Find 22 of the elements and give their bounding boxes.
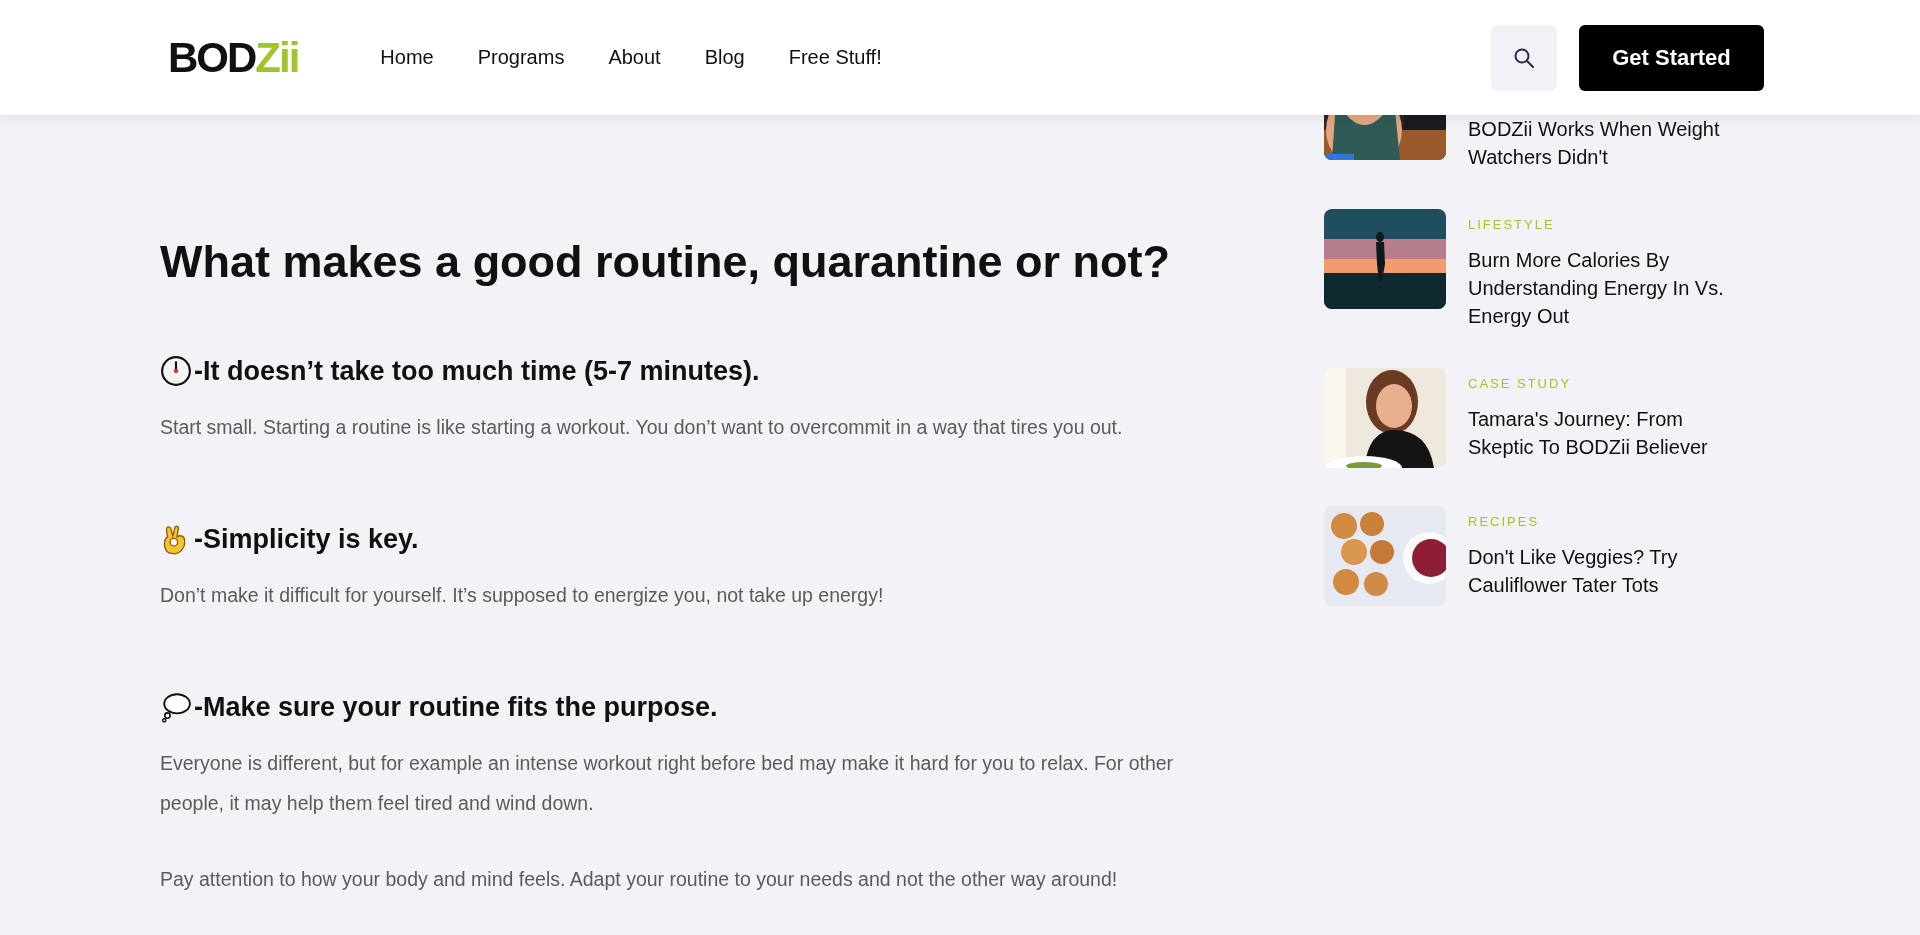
post-title-link[interactable]: Burn More Calories By Understanding Energy In Vs. Energy Out	[1468, 246, 1738, 330]
paragraph: Don’t make it difficult for yourself. It’s supposed to energize you, not take up energy!	[160, 583, 885, 608]
nav-link[interactable]: Free Stuff!	[788, 46, 882, 69]
post-title-link[interactable]: BODZii Works When Weight Watchers Didn't	[1468, 115, 1738, 171]
nav-link[interactable]: About	[608, 46, 661, 69]
get-started-button[interactable]: Get Started	[1579, 24, 1764, 91]
logo[interactable]: BODZii	[168, 36, 303, 79]
paragraph: Pay attention to how your body and mind feels. Adapt your routine to your needs and not the other way around!	[160, 867, 1119, 892]
section-heading: -Make sure your routine fits the purpose.	[194, 691, 718, 723]
paragraph: Everyone is different, but for example an intense workout right before bed may make it hard for you to relax. For other people, it may help them feel tired and wind down.	[160, 751, 1175, 816]
nav-link[interactable]: Home	[380, 46, 434, 69]
section-heading: -It doesn’t take too much time (5-7 minutes).	[194, 355, 760, 387]
section-heading: -Simplicity is key.	[194, 523, 419, 555]
thought-bubble-icon	[160, 691, 192, 723]
article-title: What makes a good routine, quarantine or not?	[160, 235, 1172, 289]
post-title-link[interactable]: Tamara's Journey: From Skeptic To BODZii Believer	[1468, 405, 1738, 461]
nav-link[interactable]: Programs	[477, 46, 565, 69]
nav-link[interactable]: Blog	[704, 46, 745, 69]
search-button[interactable]	[1491, 24, 1557, 91]
paragraph: Start small. Starting a routine is like starting a workout. You don’t want to overcommit in a way that tires you out.	[160, 415, 1124, 440]
search-icon	[1513, 46, 1535, 69]
post-title-link[interactable]: Don't Like Veggies? Try Cauliflower Tater Tots	[1468, 543, 1738, 599]
